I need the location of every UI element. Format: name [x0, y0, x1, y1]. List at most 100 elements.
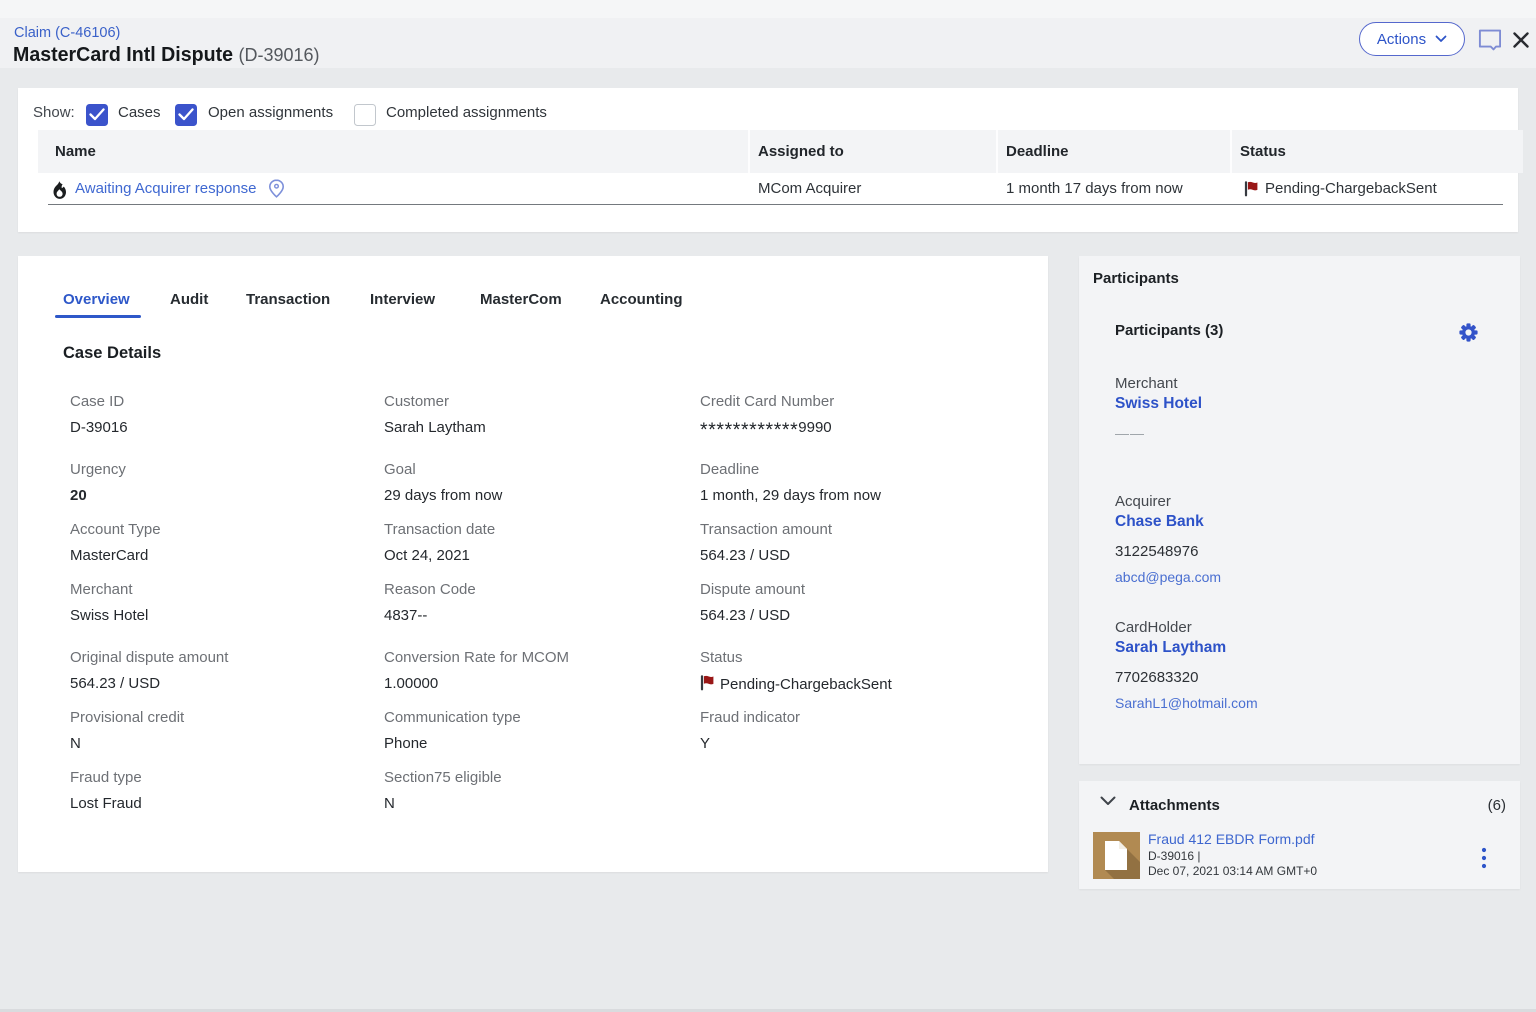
checkbox-completed-assignments[interactable] [354, 104, 376, 126]
field-value: ************9990 [700, 418, 1000, 438]
checkbox-completed-assignments-label: Completed assignments [386, 102, 547, 124]
tab-accounting[interactable]: Accounting [600, 290, 683, 310]
field-label: Dispute amount [700, 580, 1000, 600]
attachments-count: (6) [1488, 797, 1506, 814]
field-communication-type: Communication type Phone [384, 708, 684, 754]
field-label: Merchant [70, 580, 370, 600]
field-label: Deadline [700, 460, 1000, 480]
field-label: Original dispute amount [70, 648, 370, 668]
participants-card: Participants Participants (3) Merchant S… [1079, 256, 1520, 764]
field-value: D-39016 [70, 418, 370, 438]
field-merchant: Merchant Swiss Hotel [70, 580, 370, 626]
assignments-card: Show: Cases Open assignments Completed a… [18, 88, 1518, 232]
field-fraud-indicator: Fraud indicator Y [700, 708, 1000, 754]
deadline-value: 1 month 17 days from now [1006, 179, 1183, 199]
field-value: Oct 24, 2021 [384, 546, 684, 566]
field-goal: Goal 29 days from now [384, 460, 684, 506]
field-account-type: Account Type MasterCard [70, 520, 370, 566]
field-value: MasterCard [70, 546, 370, 566]
collapse-chevron-icon[interactable] [1100, 796, 1116, 806]
participant-phone-placeholder: —— [1115, 425, 1145, 441]
close-button[interactable] [1512, 31, 1530, 49]
participant-role: Merchant [1115, 375, 1178, 392]
actions-button-label: Actions [1377, 31, 1426, 48]
attachment-file-link[interactable]: Fraud 412 EBDR Form.pdf [1148, 831, 1315, 847]
column-header-status: Status [1240, 141, 1286, 162]
participant-name-link[interactable]: Chase Bank [1115, 513, 1204, 531]
participant-phone: 3122548976 [1115, 543, 1198, 560]
page-title: MasterCard Intl Dispute [13, 44, 233, 67]
field-deadline: Deadline 1 month, 29 days from now [700, 460, 1000, 506]
tab-mastercom[interactable]: MasterCom [480, 290, 562, 310]
chevron-down-icon [1435, 35, 1447, 43]
document-icon [1093, 832, 1140, 879]
flag-icon [700, 674, 715, 691]
field-transaction-date: Transaction date Oct 24, 2021 [384, 520, 684, 566]
check-icon [178, 108, 194, 121]
field-label: Transaction amount [700, 520, 1000, 540]
row-divider [48, 204, 1503, 205]
field-label: Credit Card Number [700, 392, 1000, 412]
participant-name-link[interactable]: Swiss Hotel [1115, 395, 1202, 413]
field-dispute-amount: Dispute amount 564.23 / USD [700, 580, 1000, 626]
participant-name-link[interactable]: Sarah Laytham [1115, 639, 1226, 657]
field-label: Section75 eligible [384, 768, 684, 788]
checkbox-cases-label: Cases [118, 102, 161, 124]
breadcrumb-claim-link[interactable]: Claim (C-46106) [14, 25, 120, 41]
field-value: Y [700, 734, 1000, 754]
table-header: Name Assigned to Deadline Status [38, 130, 1523, 173]
case-main-card: Overview Audit Transaction Interview Mas… [18, 256, 1048, 872]
participant-phone: 7702683320 [1115, 669, 1198, 686]
checkbox-open-assignments[interactable] [175, 104, 197, 126]
field-value: 4837-- [384, 606, 684, 626]
participant-role: Acquirer [1115, 493, 1171, 510]
tab-audit[interactable]: Audit [170, 290, 208, 310]
field-fraud-type: Fraud type Lost Fraud [70, 768, 370, 814]
field-reason-code: Reason Code 4837-- [384, 580, 684, 626]
participant-email-link[interactable]: SarahL1@hotmail.com [1115, 695, 1258, 711]
flag-icon [1244, 180, 1259, 197]
comment-icon [1478, 29, 1501, 51]
kebab-menu-icon [1481, 847, 1487, 871]
comment-button[interactable] [1477, 29, 1501, 52]
field-label: Reason Code [384, 580, 684, 600]
field-label: Case ID [70, 392, 370, 412]
field-value: N [384, 794, 684, 814]
column-header-assigned-to: Assigned to [758, 141, 844, 162]
field-value: Sarah Laytham [384, 418, 684, 438]
participants-settings-button[interactable] [1459, 323, 1478, 342]
field-label: Fraud indicator [700, 708, 1000, 728]
assigned-to-value: MCom Acquirer [758, 179, 861, 199]
checkbox-cases[interactable] [86, 104, 108, 126]
participants-heading: Participants [1093, 270, 1179, 287]
column-divider [748, 130, 750, 173]
assignment-link[interactable]: Awaiting Acquirer response [75, 179, 257, 199]
field-label: Communication type [384, 708, 684, 728]
page-header: Claim (C-46106) MasterCard Intl Dispute(… [0, 0, 1536, 68]
participant-email-link[interactable]: abcd@pega.com [1115, 569, 1221, 585]
tab-interview[interactable]: Interview [370, 290, 435, 310]
attachment-meta-date: Dec 07, 2021 03:14 AM GMT+0 [1148, 864, 1317, 878]
actions-button[interactable]: Actions [1359, 22, 1465, 56]
field-customer: Customer Sarah Laytham [384, 392, 684, 438]
column-divider [1230, 130, 1232, 173]
field-value: 564.23 / USD [70, 674, 370, 694]
status-value: Pending-ChargebackSent [1265, 179, 1437, 199]
field-label: Conversion Rate for MCOM [384, 648, 684, 668]
field-transaction-amount: Transaction amount 564.23 / USD [700, 520, 1000, 566]
field-value: Phone [384, 734, 684, 754]
field-value: 564.23 / USD [700, 606, 1000, 626]
field-value: 1.00000 [384, 674, 684, 694]
attachment-menu-button[interactable] [1475, 847, 1493, 873]
header-top-strip [0, 0, 1536, 18]
field-label: Transaction date [384, 520, 684, 540]
field-original-dispute-amount: Original dispute amount 564.23 / USD [70, 648, 370, 694]
field-status: Status Pending-ChargebackSent [700, 648, 1000, 695]
tab-transaction[interactable]: Transaction [246, 290, 330, 310]
field-label: Provisional credit [70, 708, 370, 728]
field-value: Pending-ChargebackSent [700, 674, 1000, 695]
attachment-thumbnail[interactable] [1093, 832, 1140, 879]
tab-overview[interactable]: Overview [63, 290, 130, 310]
field-credit-card-number: Credit Card Number ************9990 [700, 392, 1000, 438]
flame-icon [53, 181, 67, 199]
